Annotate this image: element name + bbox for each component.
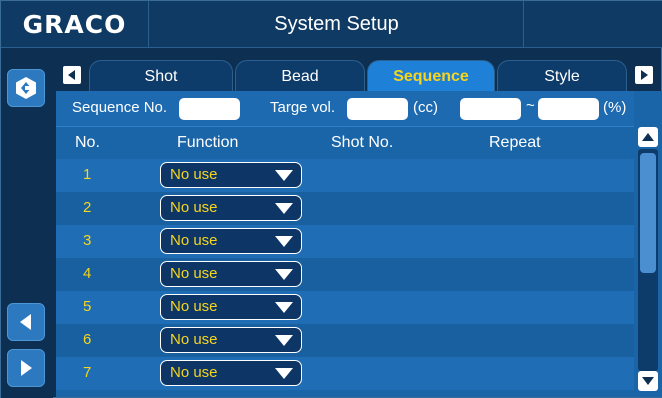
target-vol-unit: (cc): [413, 99, 438, 116]
table-row: 6 No use: [56, 324, 634, 357]
scroll-track[interactable]: [638, 149, 658, 371]
dropdown-triangle-icon: [275, 236, 293, 247]
tab-bead[interactable]: Bead: [235, 60, 365, 92]
tab-prev-button[interactable]: [63, 66, 81, 84]
prev-page-button[interactable]: [7, 303, 45, 341]
function-select-value: No use: [170, 166, 218, 183]
left-nav-column: [1, 48, 53, 398]
row-number: 2: [83, 199, 92, 216]
tab-right-arrow-icon: [641, 70, 648, 80]
row-number: 1: [83, 166, 92, 183]
function-select-value: No use: [170, 232, 218, 249]
next-page-button[interactable]: [7, 349, 45, 387]
sequence-no-label: Sequence No.: [72, 99, 168, 116]
table-scrollbar[interactable]: [635, 127, 661, 393]
function-select-value: No use: [170, 331, 218, 348]
target-vol-label: Targe vol.: [270, 99, 336, 116]
scroll-down-button[interactable]: [638, 371, 658, 391]
scroll-up-button[interactable]: [638, 127, 658, 147]
right-arrow-icon: [21, 360, 32, 376]
dropdown-triangle-icon: [275, 203, 293, 214]
tab-left-arrow-icon: [68, 70, 75, 80]
table-row: 5 No use: [56, 291, 634, 324]
table-row: 4 No use: [56, 258, 634, 291]
sequence-no-input[interactable]: [179, 98, 240, 120]
row-number: 5: [83, 298, 92, 315]
table-header: No. Function Shot No. Repeat: [56, 127, 634, 158]
app-window: GRACO System Setup Shot Bead Sequence St…: [0, 0, 662, 398]
scroll-down-icon: [642, 377, 654, 385]
col-function: Function: [177, 134, 239, 151]
row-number: 6: [83, 331, 92, 348]
function-select[interactable]: No use: [160, 261, 302, 287]
graco-logo: GRACO: [22, 10, 127, 39]
row-number: 3: [83, 232, 92, 249]
graco-home-icon: [16, 77, 36, 99]
range-max-input[interactable]: [538, 98, 599, 120]
function-select[interactable]: No use: [160, 228, 302, 254]
function-select[interactable]: No use: [160, 294, 302, 320]
left-arrow-icon: [20, 314, 31, 330]
logo-area: GRACO: [1, 1, 149, 48]
tab-shot[interactable]: Shot: [89, 60, 233, 92]
home-button[interactable]: [7, 69, 45, 107]
dropdown-triangle-icon: [275, 269, 293, 280]
header-bar: GRACO System Setup: [1, 1, 662, 48]
page-title: System Setup: [274, 13, 399, 35]
table-row: 3 No use: [56, 225, 634, 258]
tab-next-button[interactable]: [635, 66, 653, 84]
function-select[interactable]: No use: [160, 195, 302, 221]
function-select-value: No use: [170, 298, 218, 315]
dropdown-triangle-icon: [275, 170, 293, 181]
col-repeat: Repeat: [489, 134, 541, 151]
target-vol-input[interactable]: [347, 98, 408, 120]
table-row: 2 No use: [56, 192, 634, 225]
col-no: No.: [75, 134, 100, 151]
scroll-up-icon: [642, 133, 654, 141]
tab-style[interactable]: Style: [497, 60, 627, 92]
header-right-cell: [523, 1, 662, 48]
dropdown-triangle-icon: [275, 335, 293, 346]
dropdown-triangle-icon: [275, 368, 293, 379]
sequence-panel: Sequence No. Targe vol. (cc) ~ (%) No. F…: [56, 91, 662, 397]
sequence-params-bar: Sequence No. Targe vol. (cc) ~ (%): [56, 91, 634, 127]
range-min-input[interactable]: [460, 98, 521, 120]
scroll-thumb[interactable]: [640, 153, 656, 273]
range-unit: (%): [603, 99, 627, 116]
function-select-value: No use: [170, 364, 218, 381]
dropdown-triangle-icon: [275, 302, 293, 313]
range-separator: ~: [526, 97, 535, 114]
table-row: 1 No use: [56, 159, 634, 192]
row-number: 7: [83, 364, 92, 381]
function-select[interactable]: No use: [160, 327, 302, 353]
col-shot-no: Shot No.: [331, 134, 394, 151]
function-select-value: No use: [170, 265, 218, 282]
tab-sequence[interactable]: Sequence: [367, 60, 495, 92]
table-row: 7 No use: [56, 357, 634, 390]
row-number: 4: [83, 265, 92, 282]
function-select[interactable]: No use: [160, 360, 302, 386]
function-select-value: No use: [170, 199, 218, 216]
function-select[interactable]: No use: [160, 162, 302, 188]
